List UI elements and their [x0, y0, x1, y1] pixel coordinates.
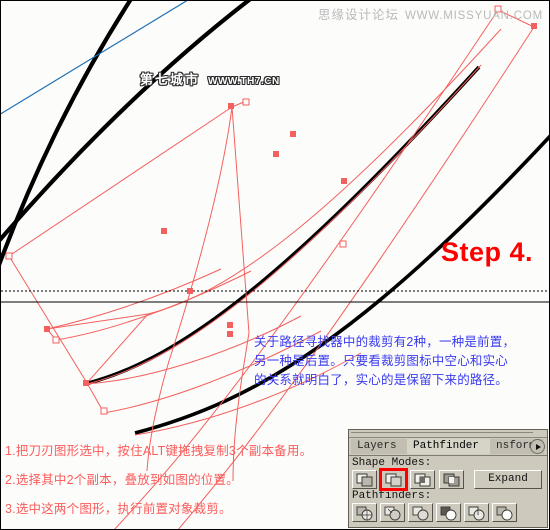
instruction-1-number: 1.	[5, 444, 16, 458]
expand-button[interactable]: Expand	[474, 470, 542, 489]
anchor-point[interactable]	[44, 326, 50, 332]
instruction-item-1: 1.把刀刃图形选中，按住ALT键拖拽复制3个副本备用。	[5, 437, 345, 466]
anchor-point[interactable]	[187, 288, 193, 294]
anchor-point[interactable]	[227, 322, 233, 328]
control-handle-point[interactable]	[100, 407, 108, 415]
instruction-3-number: 3.	[5, 502, 16, 516]
pathfinders-row	[349, 502, 547, 522]
pathfinders-label: Pathfinders:	[352, 490, 432, 502]
trim-button[interactable]	[380, 503, 405, 522]
palette-titlebar[interactable]	[349, 430, 547, 438]
control-handle-point[interactable]	[494, 5, 502, 13]
tab-pathfinder[interactable]: Pathfinder	[407, 439, 499, 454]
subtract-from-shape-area-button[interactable]	[379, 468, 408, 491]
palette-tab-strip[interactable]: Layers Pathfinder nsform	[349, 438, 547, 456]
blue-note-line-3: 的关系就明白了，实心的是保留下来的路径。	[254, 373, 509, 387]
outline-button[interactable]	[464, 503, 489, 522]
blue-explanation-note: 关于路径寻找器中的裁剪有2种，一种是前置， 另一种是后置。只要看裁剪图标中空心和…	[254, 333, 546, 390]
instruction-item-3: 3.选中这两个图形，执行前置对象裁剪。	[5, 495, 345, 524]
instruction-3-text: 选中这两个图形，执行前置对象裁剪。	[15, 502, 232, 516]
blue-note-line-2: 另一种是后置。只要看裁剪图标中空心和实心	[254, 354, 509, 368]
anchor-point[interactable]	[531, 23, 537, 29]
red-instruction-list: 1.把刀刃图形选中，按住ALT键拖拽复制3个副本备用。 2.选择其中2个副本，叠…	[5, 437, 345, 524]
anchor-point[interactable]	[228, 103, 234, 109]
instruction-item-2: 2.选择其中2个副本，叠放到如图的位置。	[5, 466, 345, 495]
divide-button[interactable]	[352, 503, 377, 522]
instruction-2-text: 选择其中2个副本，叠放到如图的位置。	[15, 473, 239, 487]
anchor-point[interactable]	[290, 131, 296, 137]
pathfinder-palette[interactable]: Layers Pathfinder nsform Shape Modes: Ex…	[348, 429, 548, 528]
control-handle-point[interactable]	[52, 336, 60, 344]
exclude-overlapping-shape-areas-button[interactable]	[439, 470, 464, 489]
shape-modes-row: Expand	[349, 468, 547, 491]
minus-back-button[interactable]	[492, 503, 517, 522]
crop-button[interactable]	[436, 503, 461, 522]
shape-modes-label: Shape Modes:	[352, 457, 432, 469]
blue-note-line-1: 关于路径寻找器中的裁剪有2种，一种是前置，	[254, 335, 516, 349]
merge-button[interactable]	[408, 503, 433, 522]
anchor-point[interactable]	[273, 151, 279, 157]
chevron-right-icon[interactable]	[530, 439, 545, 454]
anchor-point[interactable]	[227, 331, 233, 337]
control-handle-point[interactable]	[242, 98, 250, 106]
control-handle-point[interactable]	[339, 240, 347, 248]
illustrator-screenshot: 思缘设计论坛 WWW.MISSYUAN.COM 第七城市 WWW.TH7.CN St…	[0, 0, 550, 530]
add-to-shape-area-button[interactable]	[352, 470, 377, 489]
horizontal-guides	[1, 290, 549, 303]
instruction-2-number: 2.	[5, 473, 16, 487]
control-handle-point[interactable]	[5, 252, 13, 260]
anchor-point[interactable]	[341, 178, 347, 184]
instruction-1-text: 把刀刃图形选中，按住ALT键拖拽复制3个副本备用。	[15, 444, 313, 458]
anchor-point[interactable]	[161, 228, 167, 234]
anchor-point[interactable]	[83, 380, 89, 386]
step-label: Step 4.	[440, 237, 533, 267]
intersect-shape-areas-button[interactable]	[410, 470, 435, 489]
